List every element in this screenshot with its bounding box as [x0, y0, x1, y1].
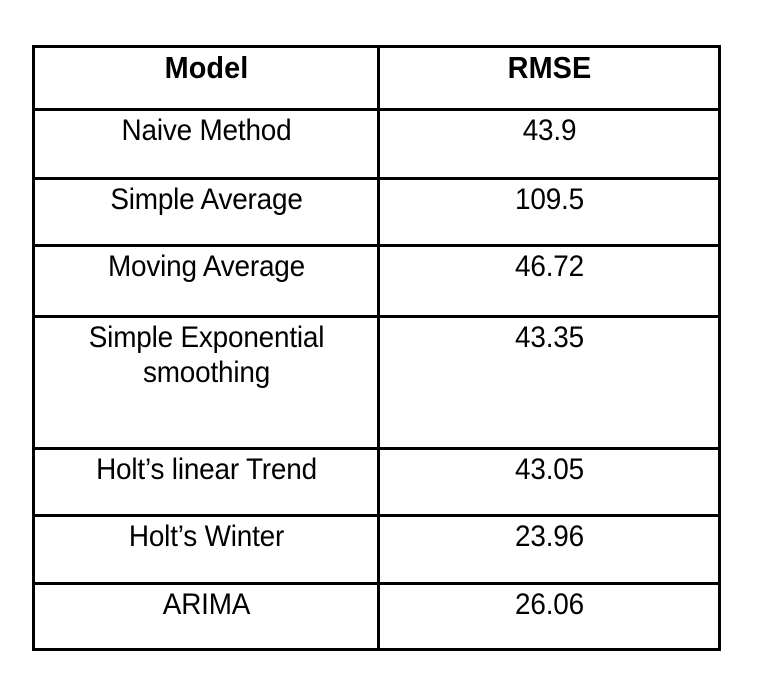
table-body: Naive Method 43.9 Simple Average 109.5 M… [34, 108, 720, 651]
cell-rmse: 109.5 [389, 177, 709, 247]
model-rmse-table: Model RMSE Naive Method 43.9 Simple Aver… [32, 45, 721, 651]
table-row: Simple Average 109.5 [34, 177, 720, 247]
table-row: Moving Average 46.72 [34, 244, 720, 318]
cell-rmse-value: 26.06 [514, 588, 584, 621]
cell-model-label: Holt’s linear Trend [95, 453, 317, 486]
cell-model-label: Simple Exponential smoothing [88, 321, 324, 390]
cell-rmse: 23.96 [389, 514, 709, 585]
column-header-rmse-label: RMSE [507, 50, 591, 85]
column-header-model-label: Model [164, 50, 248, 85]
table-row: Naive Method 43.9 [34, 108, 720, 180]
cell-model: Simple Average [44, 177, 368, 247]
table-row: Simple Exponential smoothing 43.35 [34, 315, 720, 450]
cell-model-label: ARIMA [162, 588, 250, 621]
table-header: Model RMSE [34, 45, 720, 111]
cell-model-label: Holt’s Winter [128, 520, 284, 553]
cell-rmse-value: 43.9 [522, 114, 576, 147]
column-header-model[interactable]: Model [44, 45, 368, 111]
cell-model: Simple Exponential smoothing [44, 315, 368, 450]
cell-model: ARIMA [44, 582, 368, 651]
table-row: ARIMA 26.06 [34, 582, 720, 651]
cell-rmse: 26.06 [389, 582, 709, 651]
table-row: Holt’s Winter 23.96 [34, 514, 720, 585]
cell-rmse: 46.72 [389, 244, 709, 318]
cell-model: Naive Method [44, 108, 368, 180]
column-header-rmse[interactable]: RMSE [389, 45, 709, 111]
page-root: Model RMSE Naive Method 43.9 Simple Aver… [0, 0, 758, 686]
cell-rmse: 43.35 [389, 315, 709, 450]
cell-model-label: Simple Average [109, 183, 303, 216]
cell-model-label: Naive Method [121, 114, 291, 147]
cell-rmse-value: 43.05 [514, 453, 584, 486]
cell-model: Holt’s linear Trend [44, 447, 368, 517]
cell-model: Holt’s Winter [44, 514, 368, 585]
table-header-row: Model RMSE [34, 45, 720, 111]
cell-rmse-value: 23.96 [514, 520, 584, 553]
cell-model-label: Moving Average [107, 250, 305, 283]
cell-rmse: 43.05 [389, 447, 709, 517]
cell-rmse-value: 109.5 [514, 183, 584, 216]
cell-rmse-value: 46.72 [514, 250, 584, 283]
cell-rmse: 43.9 [389, 108, 709, 180]
cell-rmse-value: 43.35 [514, 321, 584, 354]
cell-model: Moving Average [44, 244, 368, 318]
table-row: Holt’s linear Trend 43.05 [34, 447, 720, 517]
